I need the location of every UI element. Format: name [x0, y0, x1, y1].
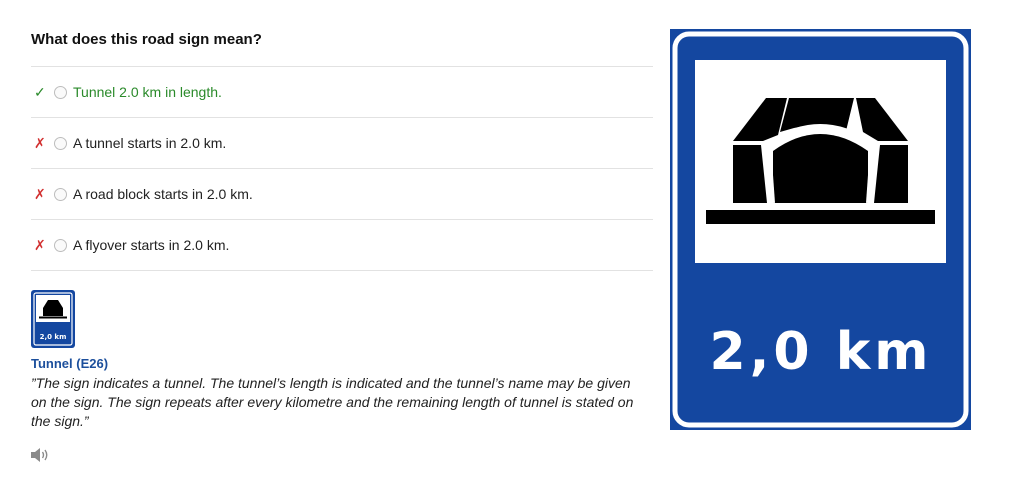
tunnel-sign-large: 2,0 km: [670, 29, 971, 430]
answer-label: A flyover starts in 2.0 km.: [73, 237, 230, 253]
wrong-cross-icon: ✗: [34, 185, 46, 202]
thumb-distance-label: 2,0 km: [40, 333, 67, 341]
sign-distance-label: 2,0 km: [710, 322, 933, 382]
wrong-cross-icon: ✗: [34, 134, 46, 151]
answer-radio[interactable]: [54, 85, 67, 99]
answer-label: A road block starts in 2.0 km.: [73, 186, 253, 202]
answer-option-3[interactable]: ✗ A road block starts in 2.0 km.: [31, 168, 653, 219]
answer-list: ✓ Tunnel 2.0 km in length. ✗ A tunnel st…: [31, 66, 653, 271]
answer-label: Tunnel 2.0 km in length.: [73, 84, 222, 100]
answer-label: A tunnel starts in 2.0 km.: [73, 135, 227, 151]
explanation-title: Tunnel (E26): [31, 356, 109, 371]
question-title: What does this road sign mean?: [31, 31, 262, 48]
answer-radio[interactable]: [54, 136, 67, 150]
answer-radio[interactable]: [54, 187, 67, 201]
answer-radio[interactable]: [54, 238, 67, 252]
answer-option-1[interactable]: ✓ Tunnel 2.0 km in length.: [31, 66, 653, 117]
answer-option-4[interactable]: ✗ A flyover starts in 2.0 km.: [31, 219, 653, 271]
correct-check-icon: ✓: [34, 83, 46, 100]
tunnel-sign-thumbnail[interactable]: 2,0 km: [31, 290, 75, 348]
explanation-text: ”The sign indicates a tunnel. The tunnel…: [31, 375, 634, 429]
wrong-cross-icon: ✗: [34, 236, 46, 253]
answer-option-2[interactable]: ✗ A tunnel starts in 2.0 km.: [31, 117, 653, 168]
speaker-icon[interactable]: [30, 447, 50, 463]
